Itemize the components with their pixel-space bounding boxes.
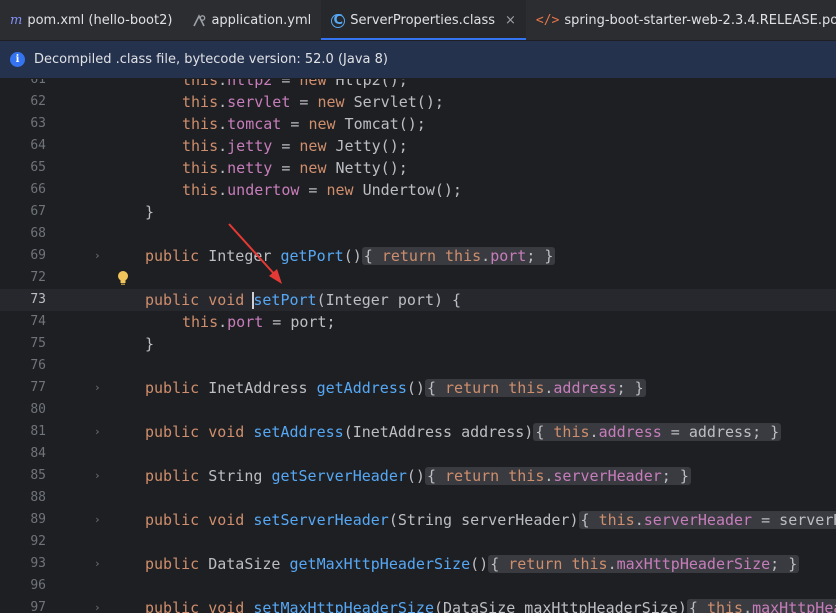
code-line: 68 — [0, 223, 836, 245]
line-number: 84 — [30, 446, 46, 461]
code-line: 81 › public void setAddress(InetAddress ad… — [0, 421, 836, 443]
code-text[interactable]: public InetAddress getAddress(){ return … — [145, 377, 646, 399]
line-number: 88 — [30, 490, 46, 505]
tab-yaml[interactable]: application.yml — [182, 0, 321, 40]
line-number: 64 — [30, 138, 46, 153]
fold-chevron-icon[interactable]: › — [94, 377, 101, 399]
fold-chevron-icon[interactable]: › — [94, 421, 101, 443]
maven-icon: m — [10, 13, 23, 28]
text-caret — [252, 292, 254, 309]
code-line: 92 — [0, 531, 836, 553]
editor-tab-bar: m pom.xml (hello-boot2) application.yml C Se… — [0, 0, 836, 41]
yaml-icon — [192, 13, 206, 28]
tab-label: spring-boot-starter-web-2.3.4.RELEASE.po… — [564, 13, 836, 28]
code-line: 63 this.tomcat = new Tomcat(); — [0, 113, 836, 135]
fold-chevron-icon[interactable]: › — [94, 509, 101, 531]
line-number: 61 — [30, 79, 46, 87]
line-number: 65 — [30, 160, 46, 175]
code-text[interactable]: public void setMaxHttpHeaderSize(DataSiz… — [145, 597, 836, 613]
tab-label: pom.xml (hello-boot2) — [27, 13, 173, 28]
fold-chevron-icon[interactable]: › — [94, 245, 101, 267]
tab-label: application.yml — [211, 13, 312, 28]
code-editor[interactable]: 61 this.http2 = new Http2(); 62 this.servle… — [0, 79, 836, 613]
line-number: 67 — [30, 204, 46, 219]
line-number: 93 — [30, 556, 46, 571]
lightbulb-icon[interactable] — [115, 269, 131, 287]
code-line: 61 this.http2 = new Http2(); — [0, 79, 836, 91]
code-text[interactable]: } — [145, 333, 154, 355]
code-line: 85 › public String getServerHeader(){ retu… — [0, 465, 836, 487]
line-number: 77 — [30, 380, 46, 395]
line-number: 62 — [30, 94, 46, 109]
code-text[interactable]: this.servlet = new Servlet(); — [182, 91, 444, 113]
code-line: 72 — [0, 267, 836, 289]
code-line: 89 › public void setServerHeader(String se… — [0, 509, 836, 531]
code-text[interactable]: this.undertow = new Undertow(); — [182, 179, 462, 201]
line-number: 72 — [30, 270, 46, 285]
banner-text: Decompiled .class file, bytecode version… — [34, 52, 388, 67]
code-text[interactable]: this.port = port; — [182, 311, 336, 333]
tab-maven[interactable]: m pom.xml (hello-boot2) — [0, 0, 182, 40]
code-line: 67} — [0, 201, 836, 223]
code-text[interactable]: public Integer getPort(){ return this.po… — [145, 245, 556, 267]
code-text[interactable]: public DataSize getMaxHttpHeaderSize(){ … — [145, 553, 800, 575]
code-line: 64 this.jetty = new Jetty(); — [0, 135, 836, 157]
code-text[interactable]: this.netty = new Netty(); — [182, 157, 408, 179]
code-line: 80 — [0, 399, 836, 421]
code-text[interactable]: public void setPort(Integer port) { — [145, 289, 461, 311]
line-number: 80 — [30, 402, 46, 417]
line-number: 75 — [30, 336, 46, 351]
code-lines: 61 this.http2 = new Http2(); 62 this.servle… — [0, 79, 836, 613]
line-number: 73 — [30, 292, 46, 307]
close-icon[interactable]: × — [505, 13, 516, 28]
fold-chevron-icon[interactable]: › — [94, 597, 101, 613]
code-line: 97 › public void setMaxHttpHeaderSize(Data… — [0, 597, 836, 613]
code-text[interactable]: public String getServerHeader(){ return … — [145, 465, 691, 487]
decompiled-info-banner: i Decompiled .class file, bytecode versi… — [0, 41, 836, 79]
code-text[interactable]: } — [145, 201, 154, 223]
code-line: 88 — [0, 487, 836, 509]
code-line: 84 — [0, 443, 836, 465]
info-icon: i — [10, 52, 25, 67]
tab-class[interactable]: C ServerProperties.class × — [321, 0, 526, 40]
code-text[interactable]: public void setServerHeader(String serve… — [145, 509, 836, 531]
fold-chevron-icon[interactable]: › — [94, 465, 101, 487]
line-number: 63 — [30, 116, 46, 131]
line-number: 92 — [30, 534, 46, 549]
line-number: 96 — [30, 578, 46, 593]
xml-icon: </> — [535, 13, 560, 28]
code-line: 74 this.port = port; — [0, 311, 836, 333]
code-line: 75} — [0, 333, 836, 355]
line-number: 74 — [30, 314, 46, 329]
code-text[interactable]: this.jetty = new Jetty(); — [182, 135, 408, 157]
code-line: 65 this.netty = new Netty(); — [0, 157, 836, 179]
line-number: 69 — [30, 248, 46, 263]
code-line: 76 — [0, 355, 836, 377]
class-icon: C — [331, 13, 346, 28]
line-number: 76 — [30, 358, 46, 373]
line-number: 97 — [30, 600, 46, 613]
code-text[interactable]: public void setAddress(InetAddress addre… — [145, 421, 782, 443]
code-line: 77 › public InetAddress getAddress(){ retu… — [0, 377, 836, 399]
code-text[interactable]: this.tomcat = new Tomcat(); — [182, 113, 426, 135]
code-line: 93 › public DataSize getMaxHttpHeaderSize(… — [0, 553, 836, 575]
fold-chevron-icon[interactable]: › — [94, 553, 101, 575]
code-line: 73 public void setPort(Integer port) { — [0, 289, 836, 311]
line-number: 89 — [30, 512, 46, 527]
line-number: 81 — [30, 424, 46, 439]
tab-label: ServerProperties.class — [350, 13, 495, 28]
tab-xml[interactable]: </> spring-boot-starter-web-2.3.4.RELEASE… — [526, 0, 836, 40]
code-line: 96 — [0, 575, 836, 597]
line-number: 68 — [30, 226, 46, 241]
code-line: 66 this.undertow = new Undertow(); — [0, 179, 836, 201]
code-line: 62 this.servlet = new Servlet(); — [0, 91, 836, 113]
code-text[interactable]: this.http2 = new Http2(); — [182, 79, 408, 91]
code-line: 69 › public Integer getPort(){ return this… — [0, 245, 836, 267]
line-number: 66 — [30, 182, 46, 197]
line-number: 85 — [30, 468, 46, 483]
